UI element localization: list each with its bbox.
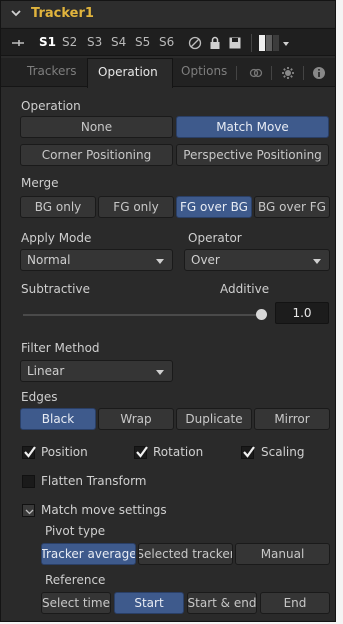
scaling-label: Scaling (261, 445, 305, 459)
checkmark-icon (243, 446, 255, 458)
operator-value: Over (191, 253, 220, 267)
operation-corner-positioning-button[interactable]: Corner Positioning (20, 144, 173, 166)
edges-wrap-button[interactable]: Wrap (98, 408, 174, 430)
tracker-panel: Tracker1 S1 S2 S3 S4 S5 S6 Trackers Oper… (0, 0, 336, 622)
node-title: Tracker1 (31, 6, 94, 21)
toolbar-divider (251, 34, 252, 52)
merge-bg-only-button[interactable]: BG only (20, 196, 96, 218)
toolbar: S1 S2 S3 S4 S5 S6 (1, 28, 335, 56)
chevron-down-icon (25, 509, 34, 515)
rotation-checkbox[interactable] (134, 446, 148, 459)
reference-select-time-button[interactable]: Select time (41, 592, 111, 614)
caret-down-icon (156, 370, 164, 375)
merge-fg-only-button[interactable]: FG only (98, 196, 174, 218)
operation-match-move-button[interactable]: Match Move (176, 116, 329, 138)
apply-mode-label: Apply Mode (21, 231, 92, 245)
rotation-label: Rotation (153, 445, 204, 459)
merge-label: Merge (21, 176, 59, 190)
reference-start-button[interactable]: Start (114, 592, 184, 614)
operation-perspective-positioning-button[interactable]: Perspective Positioning (176, 144, 329, 166)
slot-s4[interactable]: S4 (111, 35, 126, 49)
chain-icon[interactable] (249, 66, 263, 80)
lock-icon[interactable] (208, 36, 222, 50)
tab-separator (236, 66, 237, 80)
tab-separator (303, 66, 304, 80)
reference-label: Reference (45, 573, 106, 587)
pivot-tracker-average-button[interactable]: Tracker average (41, 543, 136, 565)
tab-separator (271, 66, 272, 80)
color-swatch-icon[interactable] (259, 35, 279, 51)
chevron-down-icon[interactable] (10, 7, 22, 19)
pivot-selected-tracker-button[interactable]: Selected tracker (138, 543, 233, 565)
slot-s1[interactable]: S1 (39, 35, 56, 49)
pivot-type-label: Pivot type (45, 524, 106, 538)
gear-icon[interactable] (281, 66, 295, 80)
filter-method-dropdown[interactable]: Linear (20, 360, 173, 382)
filter-method-label: Filter Method (21, 341, 100, 355)
operation-label: Operation (21, 99, 81, 113)
tab-operation-label: Operation (98, 65, 158, 79)
subtractive-label: Subtractive (21, 282, 90, 296)
title-row[interactable]: Tracker1 (1, 1, 335, 27)
blend-slider-track[interactable] (23, 314, 261, 316)
blend-value-field[interactable]: 1.0 (275, 302, 329, 324)
save-icon[interactable] (228, 36, 242, 50)
edges-duplicate-button[interactable]: Duplicate (176, 408, 252, 430)
apply-mode-dropdown[interactable]: Normal (20, 249, 173, 271)
merge-bg-over-fg-button[interactable]: BG over FG (254, 196, 330, 218)
filter-method-value: Linear (27, 364, 65, 378)
slot-s2[interactable]: S2 (62, 35, 77, 49)
tab-options[interactable]: Options (181, 64, 227, 78)
info-icon[interactable] (312, 66, 326, 80)
match-move-settings-toggle[interactable] (22, 504, 35, 517)
reference-end-button[interactable]: End (260, 592, 330, 614)
edges-black-button[interactable]: Black (20, 408, 96, 430)
edges-label: Edges (21, 390, 58, 404)
edges-mirror-button[interactable]: Mirror (254, 408, 330, 430)
position-label: Position (41, 445, 88, 459)
additive-label: Additive (220, 282, 270, 296)
blend-slider-knob[interactable] (256, 309, 267, 320)
flatten-transform-checkbox[interactable] (22, 475, 35, 488)
operation-none-button[interactable]: None (20, 116, 173, 138)
slot-s5[interactable]: S5 (135, 35, 150, 49)
caret-down-icon (156, 259, 164, 264)
tab-bar: Trackers Operation Options (1, 58, 335, 88)
caret-down-icon (313, 259, 321, 264)
caret-down-icon[interactable] (282, 40, 290, 48)
reference-start-and-end-button[interactable]: Start & end (187, 592, 257, 614)
no-entry-icon[interactable] (188, 36, 202, 50)
merge-fg-over-bg-button[interactable]: FG over BG (176, 196, 252, 218)
flatten-transform-label: Flatten Transform (41, 474, 147, 488)
operator-dropdown[interactable]: Over (184, 249, 330, 271)
slot-s6[interactable]: S6 (159, 35, 174, 49)
tab-operation[interactable]: Operation (87, 58, 173, 88)
operator-label: Operator (188, 231, 242, 245)
match-move-settings-label: Match move settings (41, 503, 167, 517)
pivot-manual-button[interactable]: Manual (235, 543, 330, 565)
checkmark-icon (136, 446, 148, 458)
tab-trackers[interactable]: Trackers (27, 64, 77, 78)
checkmark-icon (24, 446, 36, 458)
pin-icon[interactable] (11, 36, 25, 50)
position-checkbox[interactable] (22, 446, 36, 459)
apply-mode-value: Normal (27, 253, 71, 267)
slot-s3[interactable]: S3 (87, 35, 102, 49)
scaling-checkbox[interactable] (241, 446, 255, 459)
